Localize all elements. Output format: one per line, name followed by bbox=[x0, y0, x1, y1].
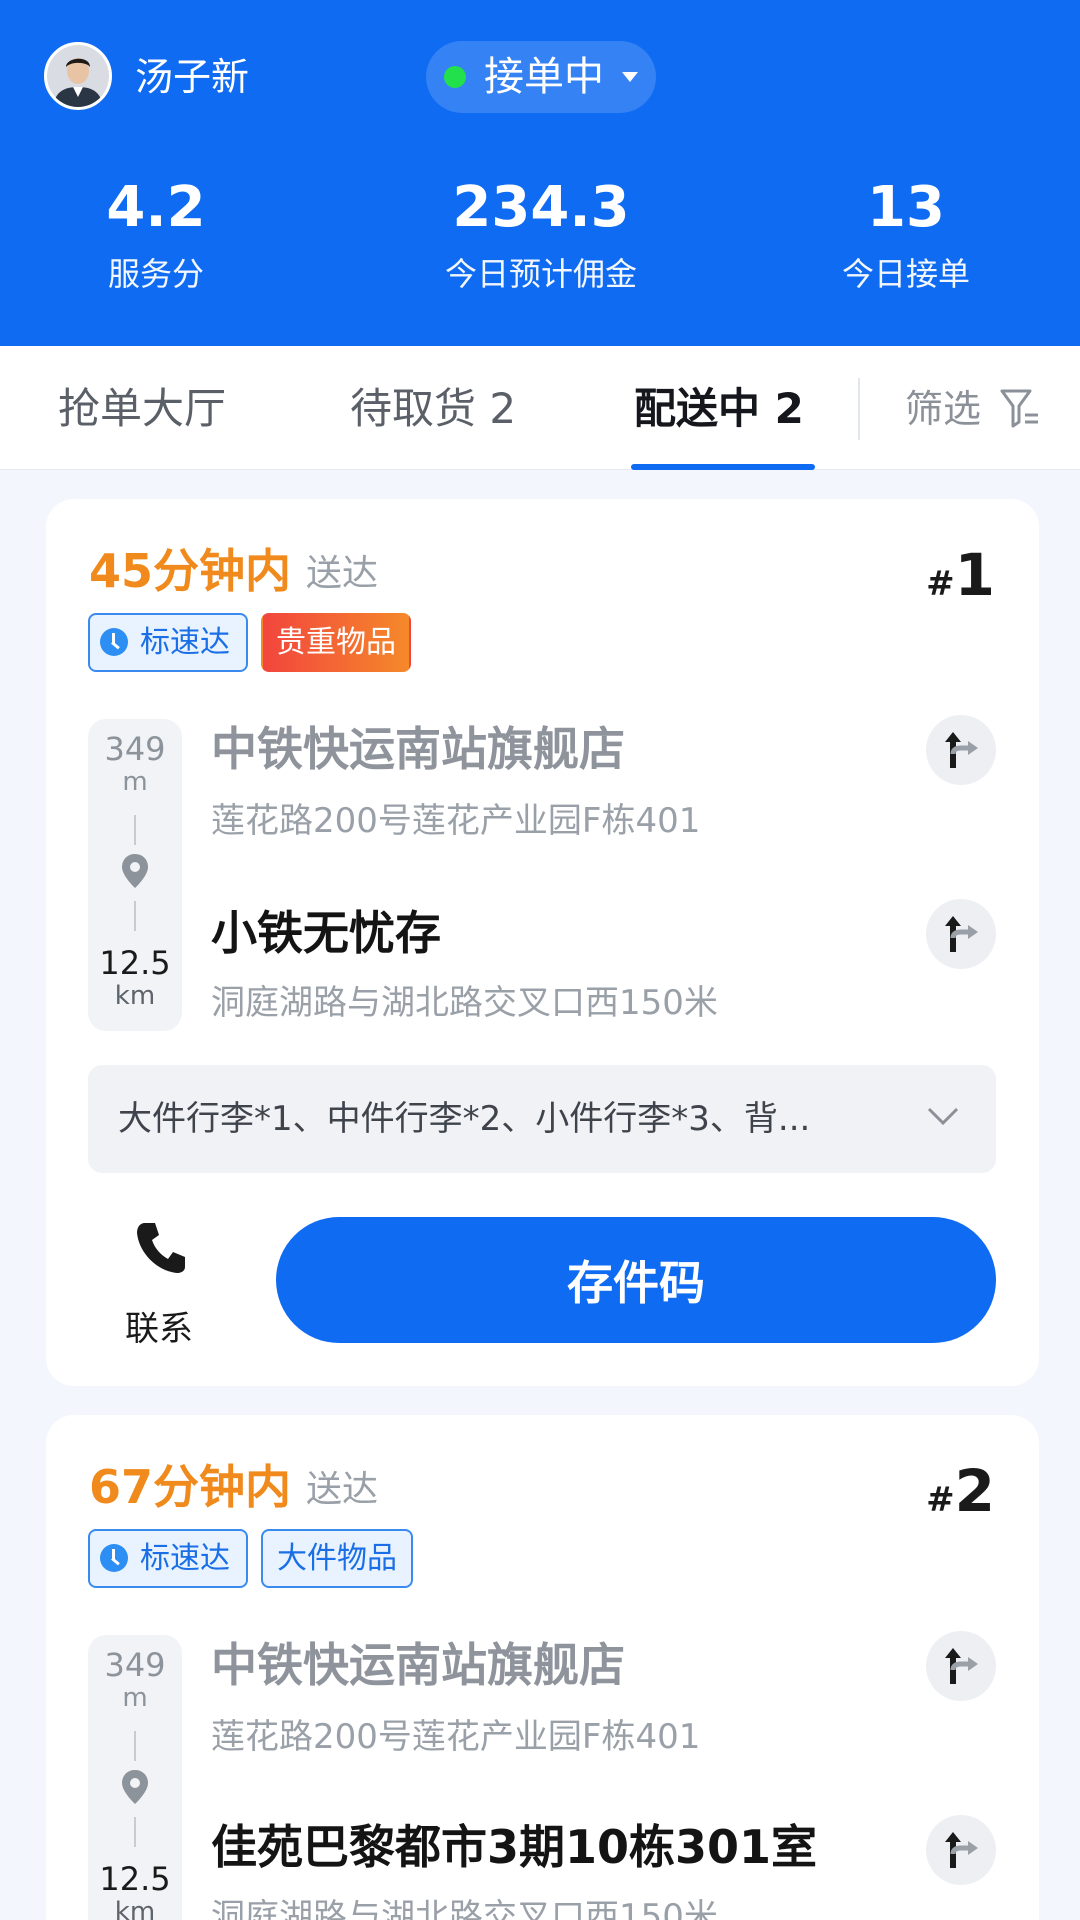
distance-indicator: 349 m 12.5 km bbox=[88, 719, 182, 1031]
caret-down-icon bbox=[622, 72, 638, 82]
storage-code-button[interactable]: 存件码 bbox=[276, 1217, 996, 1343]
stat-today-orders: 13 今日接单 bbox=[756, 176, 1056, 294]
dropoff-address: 洞庭湖路与湖北路交叉口西150米 bbox=[211, 983, 718, 1023]
tag-large-item: 大件物品 bbox=[261, 1529, 413, 1588]
avatar[interactable] bbox=[44, 42, 112, 110]
delivery-eta-suffix: 送达 bbox=[306, 553, 379, 594]
location-pin-icon bbox=[120, 1769, 150, 1809]
route-line bbox=[134, 815, 136, 845]
pickup-store-name: 中铁快运南站旗舰店 bbox=[211, 1638, 625, 1692]
today-orders-value: 13 bbox=[867, 175, 945, 240]
location-pin-icon bbox=[120, 853, 150, 893]
tag-label: 标速达 bbox=[140, 625, 230, 660]
stat-estimated-commission: 234.3 今日预计佣金 bbox=[391, 176, 691, 294]
clock-icon bbox=[100, 1544, 128, 1572]
pickup-store-name: 中铁快运南站旗舰店 bbox=[211, 722, 625, 776]
dropoff-distance-unit: km bbox=[114, 1897, 156, 1920]
order-card[interactable]: 45分钟内 送达 #1 标速达 贵重物品 349 m 12.5 km 中铁快运南… bbox=[46, 499, 1039, 1386]
order-number-hash: # bbox=[926, 1480, 955, 1520]
order-number-value: 1 bbox=[954, 541, 995, 609]
tag-valuable-goods: 贵重物品 bbox=[261, 613, 411, 672]
contact-button[interactable] bbox=[111, 1219, 211, 1279]
navigation-turn-icon bbox=[945, 732, 978, 768]
work-status-label: 接单中 bbox=[484, 54, 604, 100]
clock-icon bbox=[100, 628, 128, 656]
service-score-value: 4.2 bbox=[106, 175, 206, 240]
dropoff-distance: 12.5 bbox=[99, 1860, 171, 1898]
tab-divider bbox=[858, 378, 860, 440]
pickup-distance: 349 bbox=[104, 730, 166, 768]
navigation-turn-icon bbox=[945, 916, 978, 952]
tab-pending-pickup[interactable]: 待取货 2 bbox=[350, 384, 516, 434]
dropoff-name: 佳苑巴黎都市3期10栋301室 bbox=[211, 1820, 818, 1874]
estimated-commission-label: 今日预计佣金 bbox=[444, 255, 637, 293]
navigation-turn-icon bbox=[945, 1648, 978, 1684]
tag-standard-speed: 标速达 bbox=[88, 613, 248, 672]
header: 汤子新 接单中 4.2 服务分 234.3 今日预计佣金 13 今日接单 bbox=[0, 0, 1080, 346]
online-status-dot bbox=[444, 66, 466, 88]
filter-button[interactable]: 筛选 bbox=[905, 386, 981, 432]
service-score-label: 服务分 bbox=[107, 255, 204, 293]
pickup-distance: 349 bbox=[104, 1646, 166, 1684]
user-name: 汤子新 bbox=[135, 55, 250, 99]
pickup-navigate-button[interactable] bbox=[926, 715, 996, 785]
chevron-down-icon[interactable] bbox=[926, 1105, 960, 1133]
dropoff-distance-unit: km bbox=[114, 981, 156, 1011]
work-status-dropdown[interactable]: 接单中 bbox=[426, 41, 656, 113]
today-orders-label: 今日接单 bbox=[841, 255, 970, 293]
stat-service-score: 4.2 服务分 bbox=[6, 176, 306, 294]
order-card[interactable]: 67分钟内 送达 #2 标速达 大件物品 349 m 12.5 km 中铁快运南… bbox=[46, 1415, 1039, 1920]
tag-label: 标速达 bbox=[140, 1541, 230, 1576]
route-line bbox=[134, 901, 136, 931]
dropoff-distance: 12.5 bbox=[99, 944, 171, 982]
estimated-commission-value: 234.3 bbox=[452, 175, 630, 240]
pickup-distance-unit: m bbox=[122, 1683, 148, 1713]
delivery-eta: 45分钟内 bbox=[89, 544, 292, 598]
order-tabs: 抢单大厅 待取货 2 配送中 2 筛选 bbox=[0, 346, 1080, 470]
route-line bbox=[134, 1817, 136, 1847]
distance-indicator: 349 m 12.5 km bbox=[88, 1635, 182, 1920]
dropoff-navigate-button[interactable] bbox=[926, 899, 996, 969]
route-line bbox=[134, 1731, 136, 1761]
tag-standard-speed: 标速达 bbox=[88, 1529, 248, 1588]
order-number-hash: # bbox=[926, 564, 955, 604]
contact-label[interactable]: 联系 bbox=[104, 1309, 214, 1349]
tab-order-hall[interactable]: 抢单大厅 bbox=[58, 384, 226, 434]
delivery-eta-suffix: 送达 bbox=[306, 1469, 379, 1510]
pickup-distance-unit: m bbox=[122, 767, 148, 797]
pickup-address: 莲花路200号莲花产业园F栋401 bbox=[211, 801, 701, 841]
phone-icon bbox=[137, 1223, 185, 1273]
dropoff-address: 洞庭湖路与湖北路交叉口西150米 bbox=[211, 1897, 718, 1920]
filter-icon[interactable] bbox=[1000, 388, 1040, 434]
order-number: #1 bbox=[926, 541, 995, 609]
items-summary-expander[interactable]: 大件行李*1、中件行李*2、小件行李*3、背... bbox=[88, 1065, 996, 1173]
tab-delivering[interactable]: 配送中 2 bbox=[634, 384, 804, 434]
dropoff-name: 小铁无忧存 bbox=[211, 906, 441, 960]
active-tab-indicator bbox=[631, 464, 815, 470]
delivery-eta: 67分钟内 bbox=[89, 1460, 292, 1514]
pickup-address: 莲花路200号莲花产业园F栋401 bbox=[211, 1717, 701, 1757]
order-number-value: 2 bbox=[954, 1457, 995, 1525]
order-number: #2 bbox=[926, 1457, 995, 1525]
pickup-navigate-button[interactable] bbox=[926, 1631, 996, 1701]
items-summary: 大件行李*1、中件行李*2、小件行李*3、背... bbox=[118, 1099, 811, 1139]
navigation-turn-icon bbox=[945, 1832, 978, 1868]
dropoff-navigate-button[interactable] bbox=[926, 1815, 996, 1885]
